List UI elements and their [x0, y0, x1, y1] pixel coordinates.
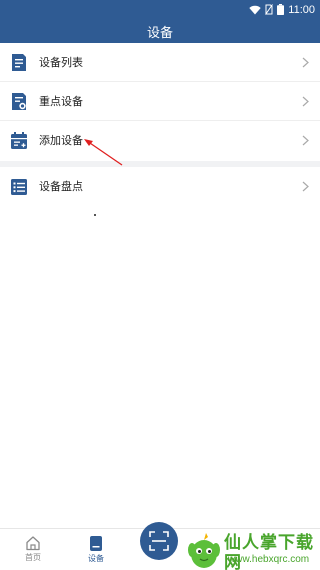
menu-item-device-inventory[interactable]: 设备盘点 — [0, 167, 320, 206]
status-bar: 11:00 — [0, 0, 320, 19]
menu-group-main: 设备列表 重点设备 添加设备 — [0, 43, 320, 160]
annotation-arrow-icon — [84, 139, 123, 166]
calendar-add-icon — [11, 132, 27, 149]
chevron-right-icon — [302, 57, 309, 68]
page-title: 设备 — [146, 25, 173, 41]
tab-label: 首页 — [25, 553, 41, 562]
device-icon — [90, 536, 102, 551]
menu-item-key-devices[interactable]: 重点设备 — [0, 82, 320, 121]
cactus-logo-icon — [188, 533, 220, 568]
scan-icon — [149, 531, 169, 551]
watermark: 仙人掌下载网 www.hebxqrc.com — [184, 528, 320, 570]
menu-item-label: 设备盘点 — [39, 180, 83, 193]
tab-label: 设备 — [88, 554, 104, 563]
battery-icon — [277, 4, 285, 15]
menu-item-label: 添加设备 — [39, 134, 83, 147]
screen: 11:00 设备 设备列表 重点设备 添加设备 设备盘点 首页 设备 仙人掌下载… — [0, 0, 320, 570]
wifi-icon — [249, 5, 261, 14]
menu-item-device-list[interactable]: 设备列表 — [0, 43, 320, 82]
chevron-right-icon — [302, 135, 309, 146]
chevron-right-icon — [302, 96, 309, 107]
chevron-right-icon — [302, 181, 309, 192]
menu-item-add-device[interactable]: 添加设备 — [0, 121, 320, 160]
no-sim-icon — [265, 4, 274, 15]
menu-item-label: 设备列表 — [39, 56, 83, 69]
status-time: 11:00 — [288, 3, 315, 16]
tab-device[interactable]: 设备 — [76, 535, 116, 569]
title-bar: 设备 — [0, 19, 320, 43]
scan-button[interactable] — [140, 522, 178, 560]
document-list-icon — [12, 54, 26, 71]
document-key-icon — [12, 93, 26, 110]
speck — [94, 214, 96, 216]
menu-item-label: 重点设备 — [39, 95, 83, 108]
watermark-url: www.hebxqrc.com — [228, 554, 310, 565]
menu-group-inventory: 设备盘点 — [0, 167, 320, 206]
tab-home[interactable]: 首页 — [13, 535, 53, 569]
checklist-icon — [11, 179, 27, 195]
home-icon — [26, 536, 40, 551]
